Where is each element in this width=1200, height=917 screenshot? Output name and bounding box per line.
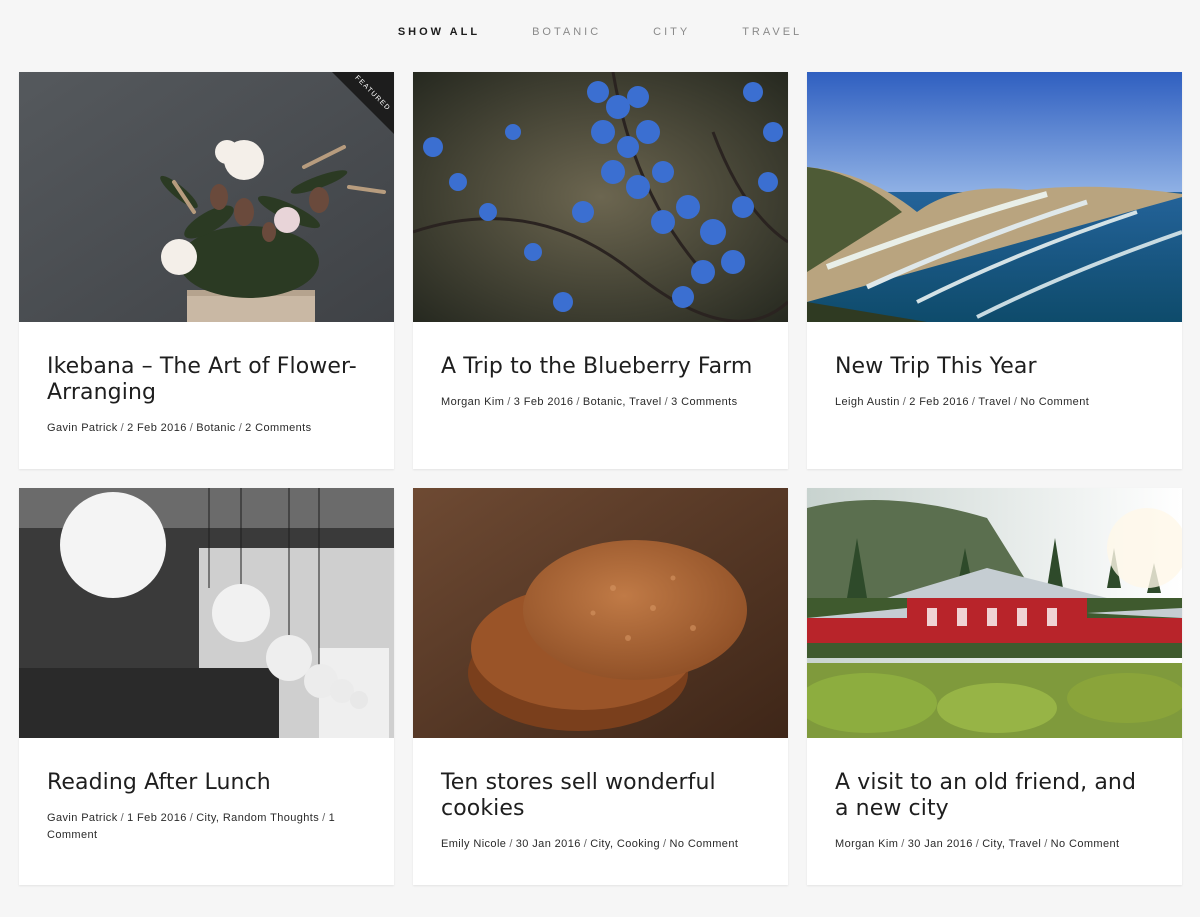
post-meta: Gavin Patrick/2 Feb 2016/Botanic/2 Comme… (47, 422, 312, 434)
cookies-image[interactable] (413, 488, 788, 738)
temple-image[interactable] (807, 488, 1182, 738)
coastline-image[interactable] (807, 72, 1182, 322)
post-comments[interactable]: No Comment (670, 838, 739, 850)
post-date: 3 Feb 2016 (513, 396, 574, 408)
post-date: 30 Jan 2016 (907, 838, 973, 850)
post-comments[interactable]: 2 Comments (245, 422, 311, 434)
filter-show-all[interactable]: SHOW ALL (372, 26, 506, 38)
post-categories[interactable]: City, Travel (982, 838, 1041, 850)
post-card[interactable]: New Trip This Year Leigh Austin/2 Feb 20… (807, 72, 1182, 469)
post-categories[interactable]: City, Random Thoughts (196, 812, 319, 824)
post-author[interactable]: Gavin Patrick (47, 422, 118, 434)
post-categories[interactable]: Travel (978, 396, 1011, 408)
post-author[interactable]: Morgan Kim (441, 396, 504, 408)
post-title[interactable]: New Trip This Year (835, 354, 1154, 380)
post-categories[interactable]: Botanic (196, 422, 236, 434)
post-date: 2 Feb 2016 (909, 396, 969, 408)
post-author[interactable]: Emily Nicole (441, 838, 506, 850)
filter-travel[interactable]: TRAVEL (716, 26, 828, 38)
post-meta: Gavin Patrick/1 Feb 2016/City, Random Th… (47, 812, 336, 841)
category-filter-nav: SHOW ALL BOTANIC CITY TRAVEL (0, 26, 1200, 38)
filter-botanic[interactable]: BOTANIC (506, 26, 627, 38)
post-card[interactable]: FEATURED Ikebana – The Art of Flower-Arr… (19, 72, 394, 469)
post-meta: Leigh Austin/2 Feb 2016/Travel / No Commen… (835, 396, 1090, 408)
post-card[interactable]: A visit to an old friend, and a new city… (807, 488, 1182, 885)
post-card[interactable]: A Trip to the Blueberry Farm Morgan Kim /… (413, 72, 788, 469)
post-comments[interactable]: No Comment (1020, 396, 1089, 408)
post-author[interactable]: Morgan Kim (835, 838, 898, 850)
flower-arrangement-image[interactable]: FEATURED (19, 72, 394, 322)
post-date: 1 Feb 2016 (127, 812, 187, 824)
post-date: 30 Jan 2016 (515, 838, 581, 850)
post-author[interactable]: Leigh Austin (835, 396, 900, 408)
blueberries-image[interactable] (413, 72, 788, 322)
post-comments[interactable]: 3 Comments (671, 396, 737, 408)
post-meta: Morgan Kim/30 Jan 2016/City, Travel / No C… (835, 838, 1120, 850)
post-title[interactable]: Reading After Lunch (47, 770, 366, 796)
post-meta: Emily Nicole/30 Jan 2016/City, Cooking / N… (441, 838, 739, 850)
featured-label: FEATURED (353, 74, 392, 113)
post-card[interactable]: Ten stores sell wonderful cookies Emily … (413, 488, 788, 885)
cafe-lamps-image[interactable] (19, 488, 394, 738)
post-title[interactable]: A visit to an old friend, and a new city (835, 770, 1154, 822)
post-categories[interactable]: City, Cooking (590, 838, 660, 850)
post-title[interactable]: A Trip to the Blueberry Farm (441, 354, 760, 380)
post-comments[interactable]: No Comment (1051, 838, 1120, 850)
featured-ribbon: FEATURED (304, 72, 394, 162)
post-meta: Morgan Kim/3 Feb 2016/Botanic, Travel/3 … (441, 396, 738, 408)
post-author[interactable]: Gavin Patrick (47, 812, 118, 824)
post-card[interactable]: Reading After Lunch Gavin Patrick/1 Feb … (19, 488, 394, 885)
post-title[interactable]: Ten stores sell wonderful cookies (441, 770, 760, 822)
filter-city[interactable]: CITY (627, 26, 716, 38)
post-date: 2 Feb 2016 (127, 422, 187, 434)
post-title[interactable]: Ikebana – The Art of Flower-Arranging (47, 354, 366, 406)
post-categories[interactable]: Botanic, Travel (583, 396, 662, 408)
post-grid: FEATURED Ikebana – The Art of Flower-Arr… (19, 72, 1182, 885)
